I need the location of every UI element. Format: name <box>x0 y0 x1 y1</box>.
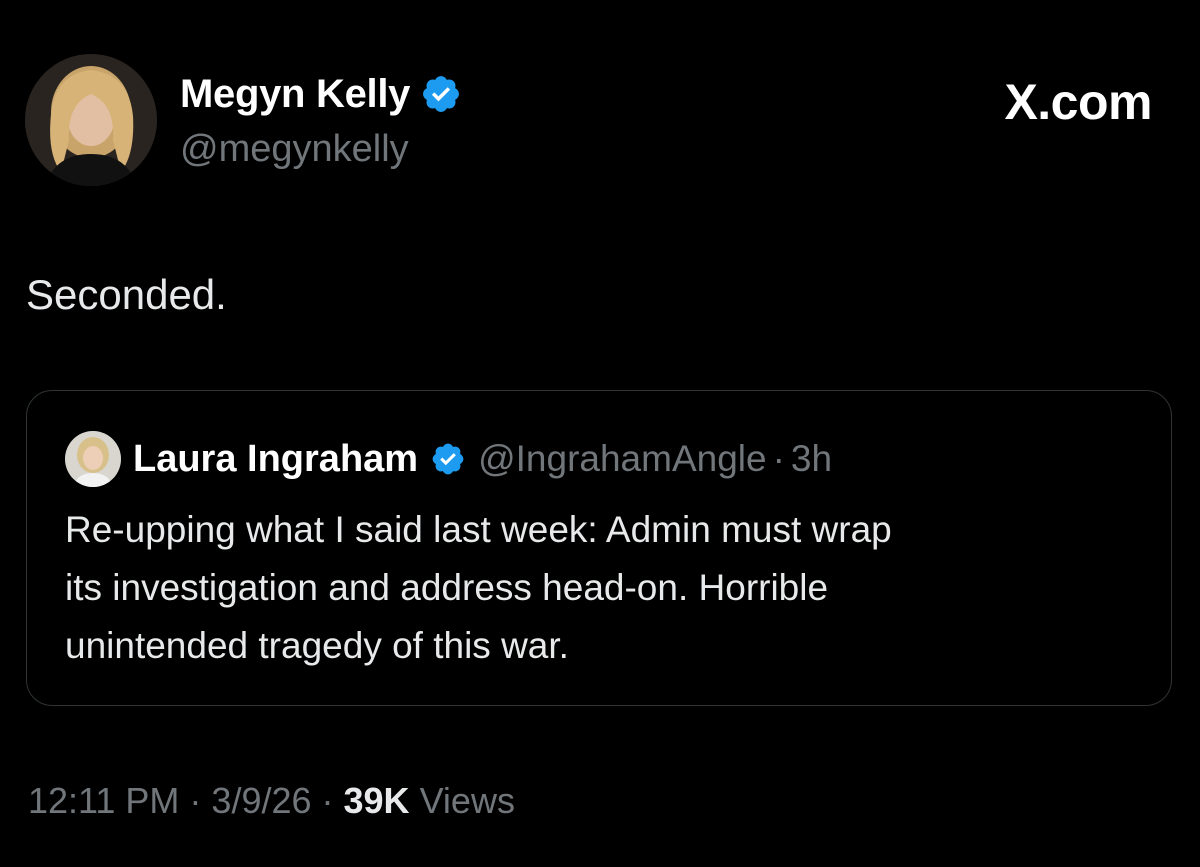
quoted-tweet-text: Re-upping what I said last week: Admin m… <box>65 501 1145 675</box>
author-avatar-image <box>25 54 157 186</box>
tweet-card: Megyn Kelly @megynkelly X.com Seconded. … <box>0 0 1200 867</box>
verified-badge-icon <box>430 441 466 477</box>
author-name-row: Megyn Kelly <box>180 70 462 118</box>
quoted-author-avatar <box>65 431 121 487</box>
tweet-footer: 12:11 PM · 3/9/26 · 39K Views <box>28 778 515 824</box>
author-name[interactable]: Megyn Kelly <box>180 70 410 118</box>
footer-separator: · <box>189 780 202 821</box>
tweet-time[interactable]: 12:11 PM <box>28 778 179 824</box>
meta-separator: · <box>772 438 785 479</box>
views-count[interactable]: 39K <box>344 778 410 824</box>
quoted-tweet-line: unintended tragedy of this war. <box>65 625 569 666</box>
quoted-tweet-line: its investigation and address head-on. H… <box>65 567 829 608</box>
quoted-tweet-card[interactable]: Laura Ingraham @IngrahamAngle · 3h Re-up… <box>26 390 1172 706</box>
author-avatar[interactable] <box>25 54 157 186</box>
quoted-tweet-time[interactable]: 3h <box>791 436 832 482</box>
quoted-author-name[interactable]: Laura Ingraham <box>133 436 418 482</box>
author-handle[interactable]: @megynkelly <box>180 126 409 172</box>
quoted-author-handle[interactable]: @IngrahamAngle <box>478 436 767 482</box>
verified-badge-icon <box>420 73 462 115</box>
tweet-date[interactable]: 3/9/26 <box>211 778 311 824</box>
footer-separator: · <box>321 780 334 821</box>
quoted-tweet-meta: @IngrahamAngle · 3h <box>478 436 832 482</box>
brand-label: X.com <box>1004 74 1152 130</box>
views-label: Views <box>419 780 515 821</box>
quoted-tweet-line: Re-upping what I said last week: Admin m… <box>65 509 892 550</box>
quoted-tweet-header: Laura Ingraham @IngrahamAngle · 3h <box>65 431 832 487</box>
tweet-text: Seconded. <box>26 271 227 318</box>
